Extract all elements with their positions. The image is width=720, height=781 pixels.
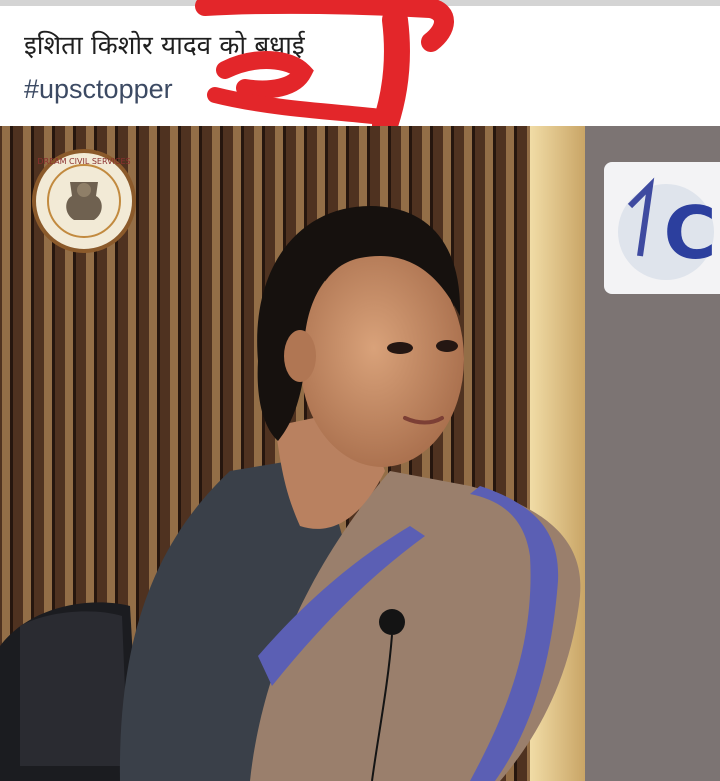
logo-text: DREAM CIVIL SERVICES xyxy=(37,157,130,166)
wall-badge-letter: C xyxy=(664,191,717,275)
wall-badge: C xyxy=(604,162,720,294)
ear xyxy=(284,330,316,382)
right-eye xyxy=(436,340,458,352)
red-pen-scribble xyxy=(195,0,454,138)
lapel-microphone xyxy=(379,609,405,635)
left-eye xyxy=(387,342,413,354)
hashtag-link[interactable]: #upsctopper xyxy=(24,74,173,105)
dream-civil-services-logo: DREAM CIVIL SERVICES xyxy=(32,149,136,253)
post-photo: C DREAM CIVIL SERVICES xyxy=(0,126,720,781)
